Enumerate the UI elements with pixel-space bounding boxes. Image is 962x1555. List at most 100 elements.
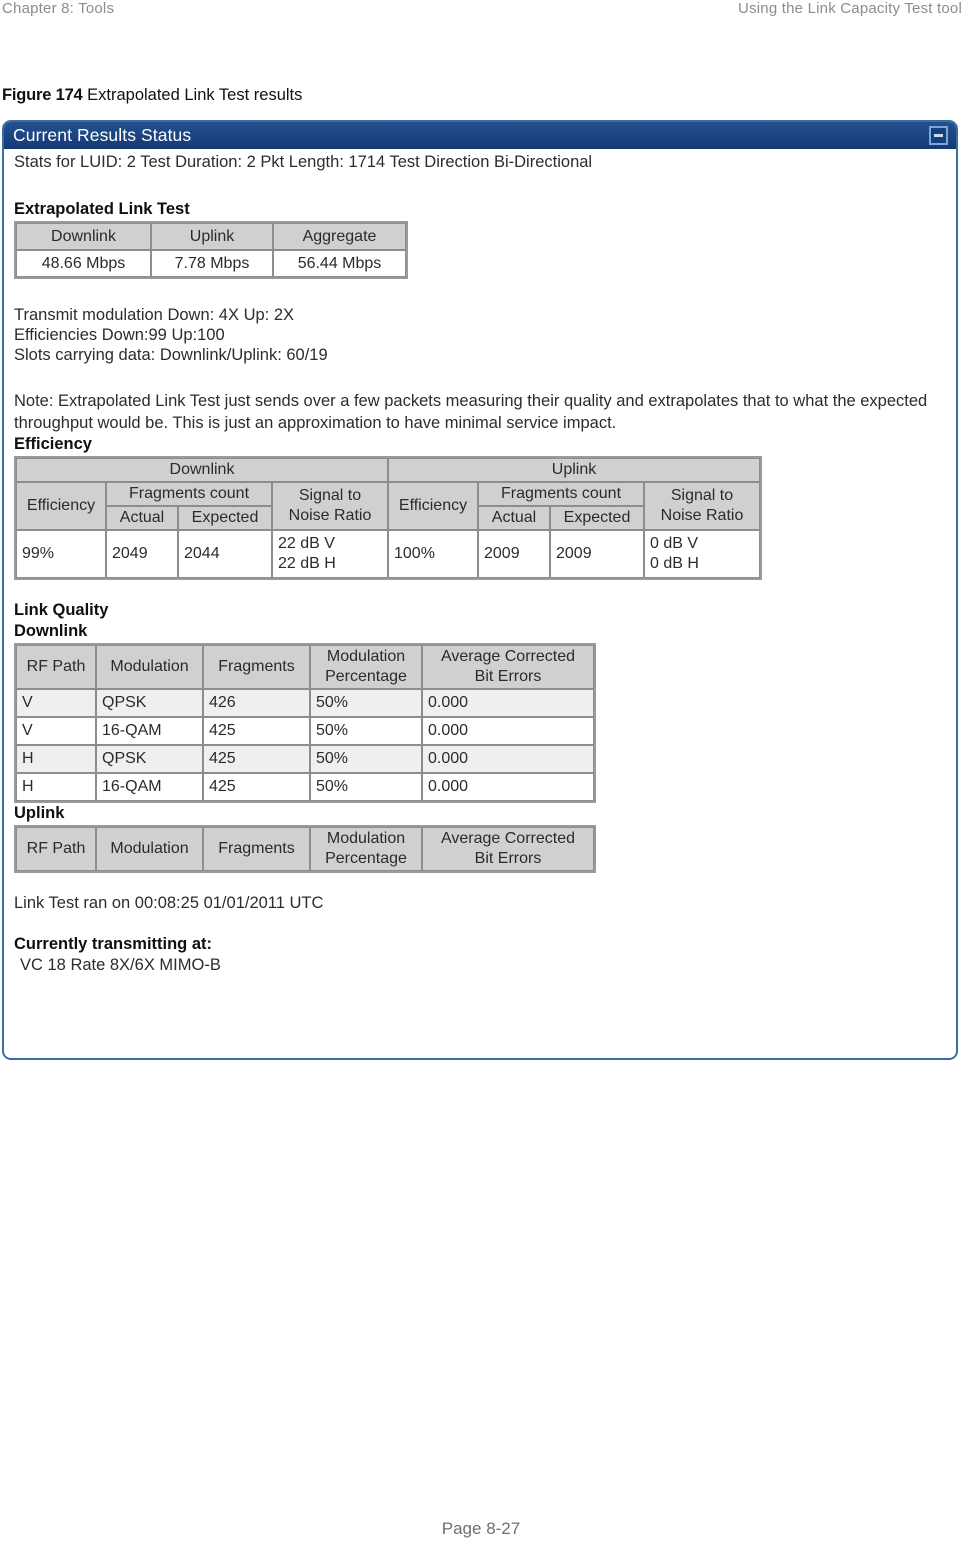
value-uplink-expected: 2009: [550, 530, 644, 578]
header-uplink-expected: Expected: [550, 506, 644, 530]
link-quality-downlink-heading: Downlink: [14, 622, 88, 640]
running-head-right: Using the Link Capacity Test tool: [738, 0, 962, 17]
panel-body: Stats for LUID: 2 Test Duration: 2 Pkt L…: [4, 149, 956, 976]
value-downlink-snr: 22 dB V 22 dB H: [272, 530, 388, 578]
header-downlink-fragments-count: Fragments count: [106, 482, 272, 506]
running-head-left: Chapter 8: Tools: [2, 0, 115, 17]
stats-line: Stats for LUID: 2 Test Duration: 2 Pkt L…: [14, 153, 593, 171]
value-downlink-actual: 2049: [106, 530, 178, 578]
figure-caption: Figure 174 Extrapolated Link Test result…: [2, 86, 302, 105]
cell-modulation-percentage: 50%: [310, 689, 422, 717]
header-uplink-fragments-count: Fragments count: [478, 482, 644, 506]
link-test-ran-on-line: Link Test ran on 00:08:25 01/01/2011 UTC: [14, 894, 324, 912]
header-average-corrected-bit-errors-line1: Average Corrected: [441, 648, 575, 665]
value-uplink: 7.78 Mbps: [151, 250, 273, 277]
cell-fragments: 426: [203, 689, 310, 717]
value-uplink-actual: 2009: [478, 530, 550, 578]
table-row: H QPSK 425 50% 0.000: [16, 745, 594, 773]
header-modulation-percentage: Modulation Percentage: [310, 827, 422, 871]
header-downlink-snr: Signal to Noise Ratio: [272, 482, 388, 530]
cell-modulation-percentage: 50%: [310, 717, 422, 745]
link-quality-uplink-heading: Uplink: [14, 804, 65, 822]
extrapolated-link-test-table: Downlink Uplink Aggregate 48.66 Mbps 7.7…: [14, 221, 408, 279]
cell-rf-path: H: [16, 745, 96, 773]
table-row: V QPSK 426 50% 0.000: [16, 689, 594, 717]
group-header-downlink: Downlink: [16, 458, 388, 482]
header-modulation: Modulation: [96, 827, 203, 871]
panel-title: Current Results Status: [13, 125, 192, 145]
table-group-header-row: Downlink Uplink: [16, 458, 760, 482]
value-uplink-snr-h: 0 dB H: [650, 555, 699, 572]
header-rf-path: RF Path: [16, 645, 96, 689]
note-text: Note: Extrapolated Link Test just sends …: [14, 392, 928, 432]
header-modulation-percentage-line1: Modulation: [326, 830, 406, 847]
value-downlink-snr-v: 22 dB V: [278, 535, 335, 552]
cell-rf-path: H: [16, 773, 96, 801]
header-modulation-percentage-line1: Modulation: [326, 648, 406, 665]
link-quality-downlink-table: RF Path Modulation Fragments Modulation …: [14, 643, 596, 803]
efficiency-table: Downlink Uplink Efficiency Fragments cou…: [14, 456, 762, 580]
header-uplink-snr: Signal to Noise Ratio: [644, 482, 760, 530]
running-head: Chapter 8: Tools Using the Link Capacity…: [0, 0, 962, 26]
table-header-row: RF Path Modulation Fragments Modulation …: [16, 645, 594, 689]
cell-fragments: 425: [203, 717, 310, 745]
figure-title: Extrapolated Link Test results: [87, 86, 303, 104]
value-aggregate: 56.44 Mbps: [273, 250, 406, 277]
header-average-corrected-bit-errors: Average Corrected Bit Errors: [422, 645, 594, 689]
table-header-row: Downlink Uplink Aggregate: [16, 223, 406, 250]
value-downlink-snr-h: 22 dB H: [278, 555, 336, 572]
header-modulation-percentage: Modulation Percentage: [310, 645, 422, 689]
panel-titlebar: Current Results Status: [4, 122, 956, 149]
cell-modulation-percentage: 50%: [310, 745, 422, 773]
cell-modulation: QPSK: [96, 745, 203, 773]
header-modulation-percentage-line2: Percentage: [325, 668, 407, 685]
header-downlink-efficiency: Efficiency: [16, 482, 106, 530]
table-row: 99% 2049 2044 22 dB V 22 dB H 100% 2009 …: [16, 530, 760, 578]
cell-average-corrected-bit-errors: 0.000: [422, 745, 594, 773]
header-fragments: Fragments: [203, 827, 310, 871]
cell-rf-path: V: [16, 717, 96, 745]
efficiency-heading: Efficiency: [14, 435, 92, 453]
header-downlink: Downlink: [16, 223, 151, 250]
cell-average-corrected-bit-errors: 0.000: [422, 689, 594, 717]
link-quality-heading: Link Quality: [14, 601, 109, 619]
extrapolated-link-test-heading: Extrapolated Link Test: [14, 200, 190, 218]
header-fragments: Fragments: [203, 645, 310, 689]
value-downlink: 48.66 Mbps: [16, 250, 151, 277]
table-row: V 16-QAM 425 50% 0.000: [16, 717, 594, 745]
minimize-icon[interactable]: [929, 126, 948, 145]
header-modulation-percentage-line2: Percentage: [325, 850, 407, 867]
figure-number: Figure 174: [2, 86, 83, 104]
header-uplink-efficiency: Efficiency: [388, 482, 478, 530]
value-downlink-expected: 2044: [178, 530, 272, 578]
link-quality-uplink-table: RF Path Modulation Fragments Modulation …: [14, 825, 596, 873]
cell-modulation: 16-QAM: [96, 773, 203, 801]
table-header-row: Efficiency Fragments count Signal to Noi…: [16, 482, 760, 530]
header-downlink-actual: Actual: [106, 506, 178, 530]
table-row: 48.66 Mbps 7.78 Mbps 56.44 Mbps: [16, 250, 406, 277]
value-uplink-snr: 0 dB V 0 dB H: [644, 530, 760, 578]
header-average-corrected-bit-errors-line2: Bit Errors: [474, 850, 542, 867]
efficiencies-line: Efficiencies Down:99 Up:100: [14, 326, 225, 344]
header-average-corrected-bit-errors-line2: Bit Errors: [474, 668, 542, 685]
page-footer: Page 8-27: [441, 1519, 521, 1538]
table-header-row: RF Path Modulation Fragments Modulation …: [16, 827, 594, 871]
table-row: H 16-QAM 425 50% 0.000: [16, 773, 594, 801]
header-uplink: Uplink: [151, 223, 273, 250]
current-results-status-panel: Current Results Status Stats for LUID: 2…: [2, 120, 958, 1060]
currently-transmitting-value: VC 18 Rate 8X/6X MIMO-B: [20, 956, 221, 974]
transmit-modulation-line: Transmit modulation Down: 4X Up: 2X: [14, 306, 295, 324]
header-uplink-actual: Actual: [478, 506, 550, 530]
cell-modulation: 16-QAM: [96, 717, 203, 745]
header-aggregate: Aggregate: [273, 223, 406, 250]
slots-carrying-data-line: Slots carrying data: Downlink/Uplink: 60…: [14, 346, 328, 364]
header-downlink-expected: Expected: [178, 506, 272, 530]
cell-rf-path: V: [16, 689, 96, 717]
header-rf-path: RF Path: [16, 827, 96, 871]
value-uplink-efficiency: 100%: [388, 530, 478, 578]
cell-average-corrected-bit-errors: 0.000: [422, 773, 594, 801]
value-uplink-snr-v: 0 dB V: [650, 535, 699, 552]
cell-fragments: 425: [203, 745, 310, 773]
header-average-corrected-bit-errors: Average Corrected Bit Errors: [422, 827, 594, 871]
cell-fragments: 425: [203, 773, 310, 801]
